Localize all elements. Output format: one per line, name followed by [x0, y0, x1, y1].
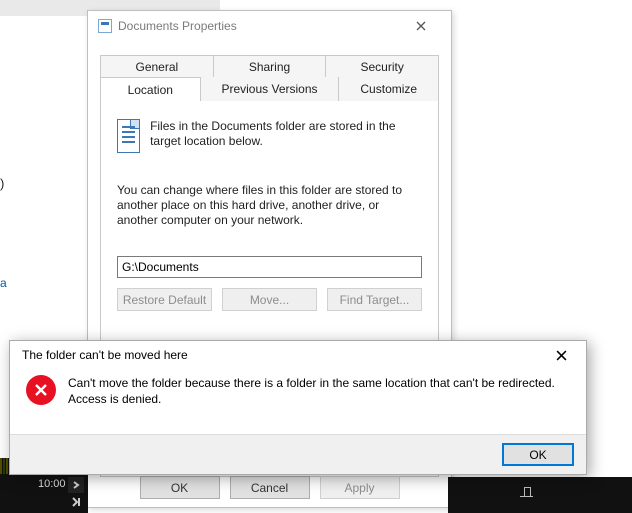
- location-info-text: Files in the Documents folder are stored…: [150, 119, 422, 153]
- skip-end-button[interactable]: [68, 494, 84, 510]
- tab-security[interactable]: Security: [326, 55, 439, 77]
- tab-control: General Sharing Security Location Previo…: [100, 55, 439, 101]
- error-titlebar[interactable]: The folder can't be moved here: [10, 341, 586, 369]
- restore-default-button[interactable]: Restore Default: [117, 288, 212, 311]
- marker-icon: [520, 487, 534, 501]
- location-change-text: You can change where files in this folde…: [117, 183, 422, 228]
- tab-location[interactable]: Location: [100, 77, 201, 101]
- timeline-time-label: 10:00: [38, 478, 66, 490]
- stray-link-fragment[interactable]: a: [0, 276, 7, 290]
- error-dialog: The folder can't be moved here Can't mov…: [9, 340, 587, 475]
- move-button[interactable]: Move...: [222, 288, 317, 311]
- tab-general[interactable]: General: [100, 55, 214, 77]
- error-close-button[interactable]: [544, 343, 578, 367]
- stray-text-paren: ): [0, 176, 4, 191]
- ok-button[interactable]: OK: [140, 476, 220, 499]
- document-folder-icon: [117, 119, 140, 153]
- dialog-footer: OK Cancel Apply: [88, 476, 451, 499]
- error-message-line2: Access is denied.: [68, 392, 161, 406]
- dialog-title-text: Documents Properties: [118, 19, 401, 33]
- cancel-button[interactable]: Cancel: [230, 476, 310, 499]
- close-icon: [416, 21, 426, 31]
- skip-end-icon: [71, 497, 81, 507]
- error-ok-button[interactable]: OK: [502, 443, 574, 466]
- background-app-statusbar: [448, 477, 632, 513]
- error-message: Can't move the folder because there is a…: [68, 375, 555, 407]
- tab-previous-versions[interactable]: Previous Versions: [201, 77, 340, 101]
- tab-customize[interactable]: Customize: [339, 77, 439, 101]
- close-icon: [556, 350, 567, 361]
- dialog-titlebar[interactable]: Documents Properties: [88, 11, 451, 41]
- scroll-right-button[interactable]: [68, 477, 84, 493]
- apply-button[interactable]: Apply: [320, 476, 400, 499]
- error-icon: [26, 375, 56, 405]
- location-path-input[interactable]: G:\Documents: [117, 256, 422, 278]
- error-message-line1: Can't move the folder because there is a…: [68, 376, 555, 390]
- close-button[interactable]: [401, 12, 441, 40]
- tab-sharing[interactable]: Sharing: [214, 55, 327, 77]
- error-footer: OK: [10, 434, 586, 474]
- dialog-title-icon: [98, 19, 112, 33]
- find-target-button[interactable]: Find Target...: [327, 288, 422, 311]
- error-title-text: The folder can't be moved here: [22, 348, 544, 362]
- chevron-right-icon: [72, 481, 80, 489]
